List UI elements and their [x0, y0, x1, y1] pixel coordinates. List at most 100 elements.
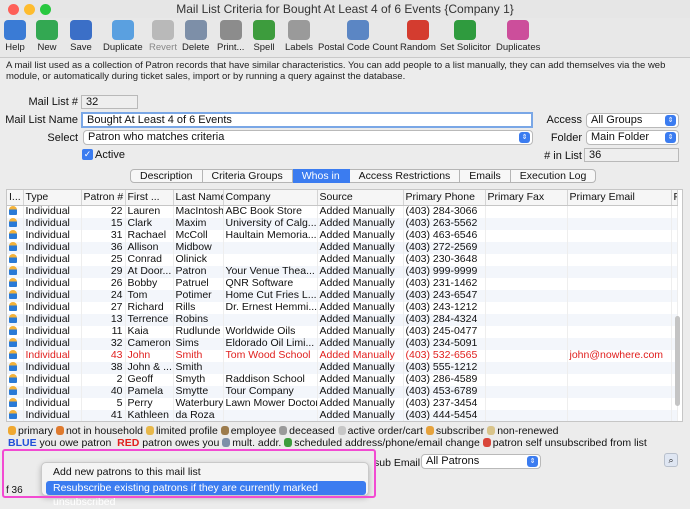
- column-header[interactable]: First ...: [125, 190, 174, 206]
- table-cell: [567, 361, 672, 374]
- patron-icon-cell: [7, 361, 24, 374]
- table-cell: [567, 253, 672, 266]
- table-cell: Smyth: [173, 373, 224, 386]
- table-row[interactable]: Individual 38 John & ... Smith Added Manuall…: [7, 361, 678, 374]
- table-row[interactable]: Individual 22 Lauren MacIntosh ABC Book Stor…: [7, 205, 678, 218]
- tab-access-restrictions[interactable]: Access Restrictions: [349, 169, 461, 183]
- duplicate-button[interactable]: Duplicate: [103, 20, 143, 53]
- patron-icon-cell: [7, 217, 24, 230]
- search-icon[interactable]: ⌕: [664, 453, 678, 467]
- labels-button[interactable]: Labels: [285, 20, 313, 53]
- access-dropdown[interactable]: All Groups ⇕: [586, 113, 679, 128]
- table-cell: Added Manually: [317, 385, 404, 398]
- tab-description[interactable]: Description: [130, 169, 203, 183]
- column-header[interactable]: P: [671, 190, 678, 206]
- subscriber-icon: [425, 426, 434, 435]
- table-cell: 31: [81, 229, 126, 242]
- table-row[interactable]: Individual 43 John Smith Tom Wood School Adde…: [7, 349, 678, 362]
- table-cell: Individual: [23, 265, 82, 278]
- table-cell: 40: [81, 385, 126, 398]
- set-solicitor-button[interactable]: Set Solicitor: [440, 20, 491, 53]
- mail-list-number-field[interactable]: 32: [81, 95, 138, 109]
- table-row[interactable]: Individual 25 Conrad Olinick Added Manually(…: [7, 253, 678, 266]
- table-cell: [485, 373, 568, 386]
- patrons-filter-dropdown[interactable]: All Patrons ⇕: [421, 454, 541, 469]
- table-row[interactable]: Individual 41 Kathleen da Roza Added Manuall…: [7, 409, 678, 421]
- postal-code-count-button[interactable]: Postal Code Count: [318, 20, 398, 53]
- column-header[interactable]: Company: [223, 190, 318, 206]
- new-button[interactable]: New: [36, 20, 58, 53]
- revert-button[interactable]: Revert: [149, 20, 177, 53]
- tab-execution-log[interactable]: Execution Log: [510, 169, 597, 183]
- tab-emails[interactable]: Emails: [460, 169, 511, 183]
- table-cell: [485, 253, 568, 266]
- table-cell: Tom: [125, 289, 174, 302]
- mail-list-description: A mail list used as a collection of Patr…: [6, 60, 666, 82]
- spell-button[interactable]: Spell: [253, 20, 275, 53]
- print-button[interactable]: Print...: [217, 20, 244, 53]
- column-header[interactable]: Primary Phone: [403, 190, 486, 206]
- table-cell: [485, 385, 568, 398]
- table-row[interactable]: Individual 26 Bobby Patruel QNR Software Adde…: [7, 277, 678, 290]
- table-cell: [671, 301, 678, 314]
- delete-button[interactable]: Delete: [182, 20, 209, 53]
- table-cell: [567, 397, 672, 410]
- table-row[interactable]: Individual 15 Clark Maxim University of Calg…: [7, 217, 678, 230]
- column-header[interactable]: Source: [317, 190, 404, 206]
- column-header[interactable]: Primary Email: [567, 190, 672, 206]
- minimize-window-icon[interactable]: [24, 4, 35, 15]
- table-row[interactable]: Individual 11 Kaia Rudlunde Worldwide Oils Ad…: [7, 325, 678, 338]
- person-icon: [9, 289, 17, 299]
- chevron-updown-icon: ⇕: [519, 132, 530, 143]
- table-cell: Terrence: [125, 313, 174, 326]
- help-button[interactable]: Help: [4, 20, 26, 53]
- table-cell: Individual: [23, 373, 82, 386]
- table-row[interactable]: Individual 27 Richard Rills Dr. Ernest Hemmi…: [7, 301, 678, 314]
- toolbar-button-label: Duplicate: [103, 42, 143, 53]
- tab-whos-in[interactable]: Whos in: [292, 169, 350, 183]
- table-row[interactable]: Individual 5 Perry Waterbury Lawn Mower Doct…: [7, 397, 678, 410]
- legend-item-label: scheduled address/phone/email change: [294, 437, 480, 449]
- zoom-window-icon[interactable]: [40, 4, 51, 15]
- duplicates-button[interactable]: Duplicates: [496, 20, 540, 53]
- random-icon: [406, 20, 429, 40]
- close-window-icon[interactable]: [8, 4, 19, 15]
- random-button[interactable]: Random: [400, 20, 436, 53]
- labels-icon: [288, 20, 310, 40]
- table-cell: [485, 277, 568, 290]
- select-criteria-value: Patron who matches criteria: [88, 131, 225, 143]
- table-cell: ABC Book Store: [223, 205, 318, 218]
- mult-addr-icon: [222, 438, 231, 447]
- folder-dropdown[interactable]: Main Folder ⇕: [586, 130, 679, 145]
- tab-criteria-groups[interactable]: Criteria Groups: [202, 169, 293, 183]
- person-icon: [9, 301, 17, 311]
- patron-icon-cell: [7, 373, 24, 386]
- column-header[interactable]: Last Name: [173, 190, 224, 206]
- active-checkbox[interactable]: ✓: [82, 149, 93, 160]
- table-cell: [485, 301, 568, 314]
- table-row[interactable]: Individual 40 Pamela Smytte Tour Company Adde…: [7, 385, 678, 398]
- table-row[interactable]: Individual 13 Terrence Robins Added Manually…: [7, 313, 678, 326]
- table-row[interactable]: Individual 29 At Door... Patron Your Venue T…: [7, 265, 678, 278]
- save-button[interactable]: Save: [70, 20, 92, 53]
- table-cell: Individual: [23, 241, 82, 254]
- table-cell: Clark: [125, 217, 174, 230]
- column-header[interactable]: Primary Fax: [485, 190, 568, 206]
- column-header[interactable]: Type: [23, 190, 82, 206]
- column-header[interactable]: Patron #: [81, 190, 126, 206]
- table-row[interactable]: Individual 31 Rachael McColl Haultain Memori…: [7, 229, 678, 242]
- legend-red-label: RED: [117, 437, 140, 449]
- table-cell: 29: [81, 265, 126, 278]
- select-criteria-dropdown[interactable]: Patron who matches criteria ⇕: [83, 130, 533, 145]
- table-row[interactable]: Individual 2 Geoff Smyth Raddison School Adde…: [7, 373, 678, 386]
- table-cell: Smytte: [173, 385, 224, 398]
- column-header[interactable]: I...: [7, 190, 24, 206]
- table-cell: [485, 325, 568, 338]
- mail-list-name-input[interactable]: Bought At Least 4 of 6 Events: [81, 112, 533, 128]
- table-row[interactable]: Individual 32 Cameron Sims Eldorado Oil Limi…: [7, 337, 678, 350]
- table-scrollbar-thumb[interactable]: [675, 316, 680, 406]
- table-row[interactable]: Individual 24 Tom Potimer Home Cut Fries L..…: [7, 289, 678, 302]
- toolbar-button-label: Labels: [285, 42, 313, 53]
- table-row[interactable]: Individual 36 Allison Midbow Added Manually(…: [7, 241, 678, 254]
- patron-icon-cell: [7, 325, 24, 338]
